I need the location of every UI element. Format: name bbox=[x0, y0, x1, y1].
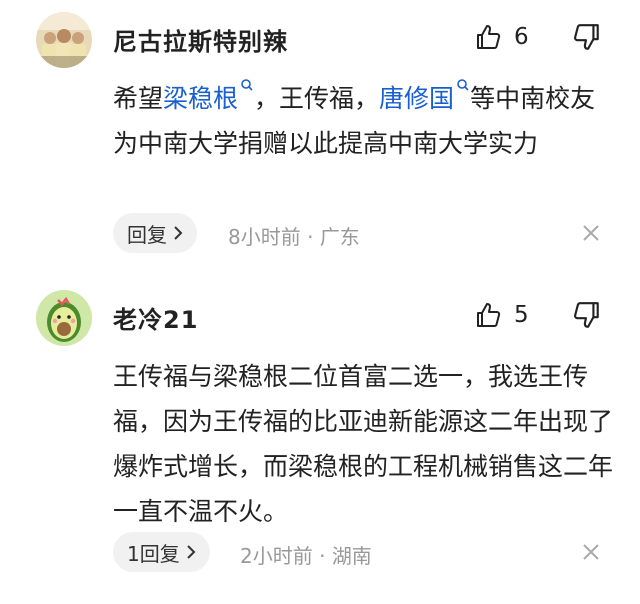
meta-separator: · bbox=[319, 544, 326, 568]
chevron-right-icon bbox=[174, 226, 183, 240]
mention-link[interactable]: 唐修国 bbox=[379, 79, 470, 113]
body-text-segment: 希望 bbox=[113, 84, 164, 113]
mention-name: 唐修国 bbox=[379, 84, 455, 113]
body-text-segment: ，王传福， bbox=[254, 84, 380, 113]
avatar[interactable] bbox=[36, 290, 92, 346]
reply-label: 回复 bbox=[127, 222, 167, 247]
close-icon bbox=[583, 225, 599, 241]
dislike-button[interactable] bbox=[572, 300, 602, 330]
reply-button[interactable]: 回复 bbox=[113, 213, 197, 253]
comment-meta: 2小时前 · 湖南 bbox=[240, 540, 372, 569]
thumbs-up-icon bbox=[477, 25, 501, 49]
meta-separator: · bbox=[307, 225, 314, 249]
username[interactable]: 尼古拉斯特别辣 bbox=[113, 22, 288, 57]
like-button[interactable]: 5 bbox=[474, 300, 529, 330]
thumbs-up-icon bbox=[477, 303, 501, 327]
avatar-image bbox=[36, 290, 92, 346]
dismiss-button[interactable] bbox=[580, 222, 602, 244]
close-icon bbox=[583, 544, 599, 560]
comment-item: 尼古拉斯特别辣 6 希望梁稳根 ，王传福，唐修国 等中南校友为中南大学捐赠以此提高中… bbox=[0, 0, 640, 270]
dislike-button[interactable] bbox=[572, 22, 602, 52]
avatar-image bbox=[36, 12, 92, 68]
like-count: 6 bbox=[514, 24, 529, 50]
comment-meta: 8小时前 · 广东 bbox=[228, 221, 360, 250]
thumbs-down-icon bbox=[574, 24, 599, 50]
comment-time: 8小时前 bbox=[228, 225, 301, 249]
chevron-right-icon bbox=[187, 545, 196, 559]
comment-item: 老冷21 5 王传福与梁稳根二位首富二选一，我选王传福，因为王传福的比亚迪新能源… bbox=[0, 278, 640, 604]
dismiss-button[interactable] bbox=[580, 541, 602, 563]
thumbs-down-icon bbox=[574, 302, 599, 328]
comment-location: 广东 bbox=[319, 225, 360, 249]
comment-time: 2小时前 bbox=[240, 544, 313, 568]
reply-label: 1回复 bbox=[127, 541, 180, 566]
like-count: 5 bbox=[514, 302, 529, 328]
comment-location: 湖南 bbox=[331, 544, 372, 568]
mention-link[interactable]: 梁稳根 bbox=[163, 79, 254, 113]
like-button[interactable]: 6 bbox=[474, 22, 529, 52]
avatar[interactable] bbox=[36, 12, 92, 68]
username[interactable]: 老冷21 bbox=[113, 300, 198, 335]
reply-button[interactable]: 1回复 bbox=[113, 532, 210, 572]
search-icon bbox=[241, 79, 253, 91]
mention-name: 梁稳根 bbox=[163, 84, 239, 113]
comment-body: 王传福与梁稳根二位首富二选一，我选王传福，因为王传福的比亚迪新能源这二年出现了爆… bbox=[113, 362, 614, 526]
comment-body: 希望梁稳根 ，王传福，唐修国 等中南校友为中南大学捐赠以此提高中南大学实力 bbox=[113, 76, 613, 166]
search-icon bbox=[457, 79, 469, 91]
